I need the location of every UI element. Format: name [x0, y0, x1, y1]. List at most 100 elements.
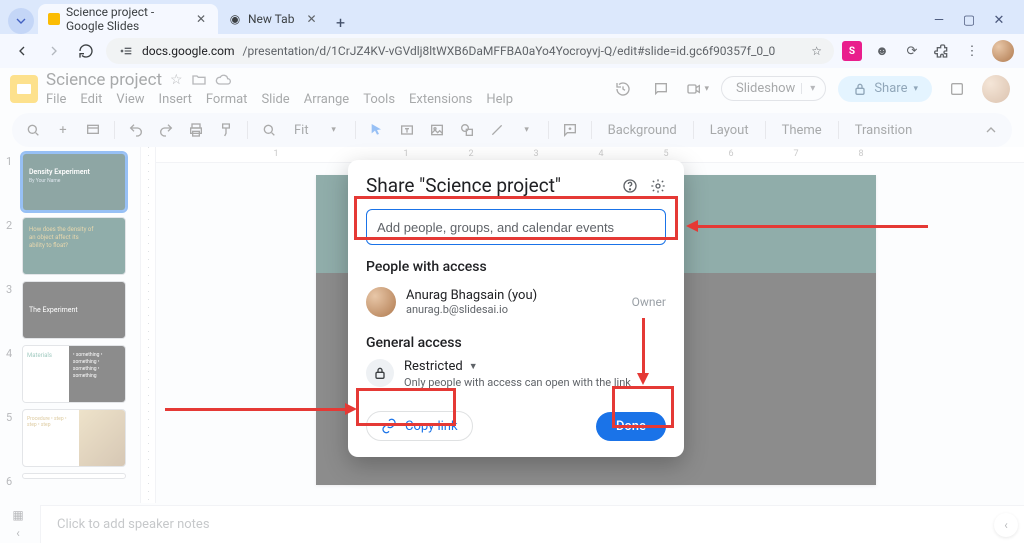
tab-close-icon[interactable]: ✕ — [196, 12, 206, 26]
access-mode-label: Restricted — [404, 359, 463, 374]
ruler-tick: 7 — [793, 149, 798, 159]
new-slide-icon[interactable]: + — [52, 119, 74, 141]
done-label: Done — [616, 419, 646, 434]
zoom-dropdown-icon[interactable]: ▾ — [323, 119, 345, 141]
extension-icon[interactable]: ⟳ — [902, 41, 922, 61]
collapse-toolbar-icon[interactable] — [980, 119, 1002, 141]
menu-view[interactable]: View — [116, 92, 144, 107]
speaker-notes-placeholder: Click to add speaker notes — [57, 517, 210, 532]
browser-tab[interactable]: ◉ New Tab ✕ — [218, 4, 329, 34]
slide-thumb[interactable]: Materials • something • something • some… — [22, 345, 126, 403]
browser-menu-icon[interactable]: ⋮ — [962, 41, 982, 61]
copy-link-button[interactable]: Copy link — [366, 411, 473, 441]
menu-slide[interactable]: Slide — [261, 92, 289, 107]
window-maximize-icon[interactable]: ▢ — [962, 13, 976, 28]
menu-file[interactable]: File — [46, 92, 66, 107]
extensions-puzzle-icon[interactable] — [932, 41, 952, 61]
done-button[interactable]: Done — [596, 412, 666, 441]
cloud-status-icon[interactable] — [215, 72, 231, 88]
nav-forward-icon[interactable] — [42, 39, 66, 63]
slide-thumb[interactable] — [22, 473, 126, 479]
menu-insert[interactable]: Insert — [159, 92, 192, 107]
select-tool-icon[interactable] — [366, 119, 388, 141]
browser-tab-active[interactable]: Science project - Google Slides ✕ — [38, 4, 218, 34]
toolbar-theme[interactable]: Theme — [776, 123, 828, 138]
grid-view-icon[interactable]: ▦ — [12, 508, 23, 522]
star-icon[interactable]: ☆ — [170, 72, 183, 88]
toolbar-transition[interactable]: Transition — [849, 123, 919, 138]
slideshow-dropdown-icon[interactable]: ▾ — [801, 83, 815, 94]
slide-thumbnails: 1 Density Experiment By Your Name 2 How … — [0, 147, 140, 503]
share-person-row: Anurag Bhagsain (you) anurag.b@slidesai.… — [366, 283, 666, 321]
window-controls: — ▢ ✕ — [932, 11, 1016, 34]
line-dropdown-icon[interactable]: ▾ — [516, 119, 538, 141]
slide-thumb[interactable]: How does the density of an object affect… — [22, 217, 126, 275]
help-icon[interactable] — [622, 178, 638, 194]
settings-gear-icon[interactable] — [650, 178, 666, 194]
thumb-title: Density Experiment — [29, 168, 90, 176]
move-folder-icon[interactable] — [191, 72, 207, 88]
toolbar-layout[interactable]: Layout — [704, 123, 755, 138]
zoom-level[interactable]: Fit — [288, 123, 315, 138]
bookmark-star-icon[interactable]: ☆ — [811, 44, 822, 58]
tab-close-icon[interactable]: ✕ — [306, 12, 316, 26]
window-minimize-icon[interactable]: — — [932, 13, 946, 28]
speaker-notes[interactable]: Click to add speaker notes — [40, 505, 1024, 543]
menu-extensions[interactable]: Extensions — [409, 92, 472, 107]
line-tool-icon[interactable] — [486, 119, 508, 141]
slides-app: Science project ☆ File Edit View Insert … — [0, 68, 1024, 543]
slideshow-button[interactable]: Slideshow ▾ — [721, 76, 826, 101]
person-role: Owner — [632, 295, 666, 309]
print-icon[interactable] — [185, 119, 207, 141]
menu-edit[interactable]: Edit — [80, 92, 102, 107]
app-footer: ▦ ‹ Click to add speaker notes ‹ — [0, 505, 1024, 543]
ruler-tick: 3 — [533, 149, 538, 159]
new-slide-layout-icon[interactable] — [82, 119, 104, 141]
new-tab-button[interactable]: + — [329, 10, 353, 34]
nav-back-icon[interactable] — [10, 39, 34, 63]
thumb-right: • something • something • something • so… — [69, 346, 125, 402]
slide-thumb[interactable]: Density Experiment By Your Name — [22, 153, 126, 211]
access-mode-dropdown[interactable]: Restricted ▼ — [404, 359, 631, 374]
caret-down-icon: ▼ — [469, 361, 478, 372]
window-close-icon[interactable]: ✕ — [992, 13, 1006, 28]
textbox-tool-icon[interactable] — [396, 119, 418, 141]
tab-search-icon[interactable] — [8, 8, 34, 34]
redo-icon[interactable] — [155, 119, 177, 141]
chevron-left-icon[interactable]: ‹ — [16, 526, 20, 540]
history-icon[interactable] — [610, 76, 636, 102]
slide-thumb[interactable]: The Experiment — [22, 281, 126, 339]
person-email: anurag.b@slidesai.io — [406, 303, 537, 316]
share-dialog: Share "Science project" People with acce… — [348, 160, 684, 457]
nav-reload-icon[interactable] — [74, 39, 98, 63]
share-people-input[interactable] — [366, 209, 666, 245]
shape-tool-icon[interactable] — [456, 119, 478, 141]
user-avatar[interactable] — [982, 75, 1010, 103]
present-panel-icon[interactable] — [944, 76, 970, 102]
menu-format[interactable]: Format — [206, 92, 248, 107]
thumb-number: 5 — [6, 409, 16, 467]
document-title[interactable]: Science project — [46, 70, 162, 90]
comment-tool-icon[interactable] — [559, 119, 581, 141]
menu-tools[interactable]: Tools — [363, 92, 395, 107]
menu-help[interactable]: Help — [486, 92, 513, 107]
paint-format-icon[interactable] — [215, 119, 237, 141]
undo-icon[interactable] — [125, 119, 147, 141]
browser-profile-avatar[interactable] — [992, 40, 1014, 62]
image-tool-icon[interactable] — [426, 119, 448, 141]
meet-icon[interactable]: ▾ — [686, 76, 709, 102]
slide-thumb[interactable]: Procedure • step • step • step — [22, 409, 126, 467]
search-menus-icon[interactable] — [22, 119, 44, 141]
address-bar[interactable]: docs.google.com/presentation/d/1CrJZ4KV-… — [106, 38, 834, 64]
thumb-number: 1 — [6, 153, 16, 211]
comments-icon[interactable] — [648, 76, 674, 102]
site-info-icon[interactable] — [118, 43, 134, 59]
zoom-icon[interactable] — [258, 119, 280, 141]
extension-icon[interactable]: S — [842, 41, 862, 61]
share-button[interactable]: Share ▾ — [838, 76, 932, 102]
extension-icon[interactable]: ☻ — [872, 41, 892, 61]
explore-button[interactable]: ‹ — [994, 513, 1018, 537]
menu-arrange[interactable]: Arrange — [304, 92, 349, 107]
toolbar-background[interactable]: Background — [602, 123, 683, 138]
slides-logo-icon[interactable] — [10, 75, 38, 103]
